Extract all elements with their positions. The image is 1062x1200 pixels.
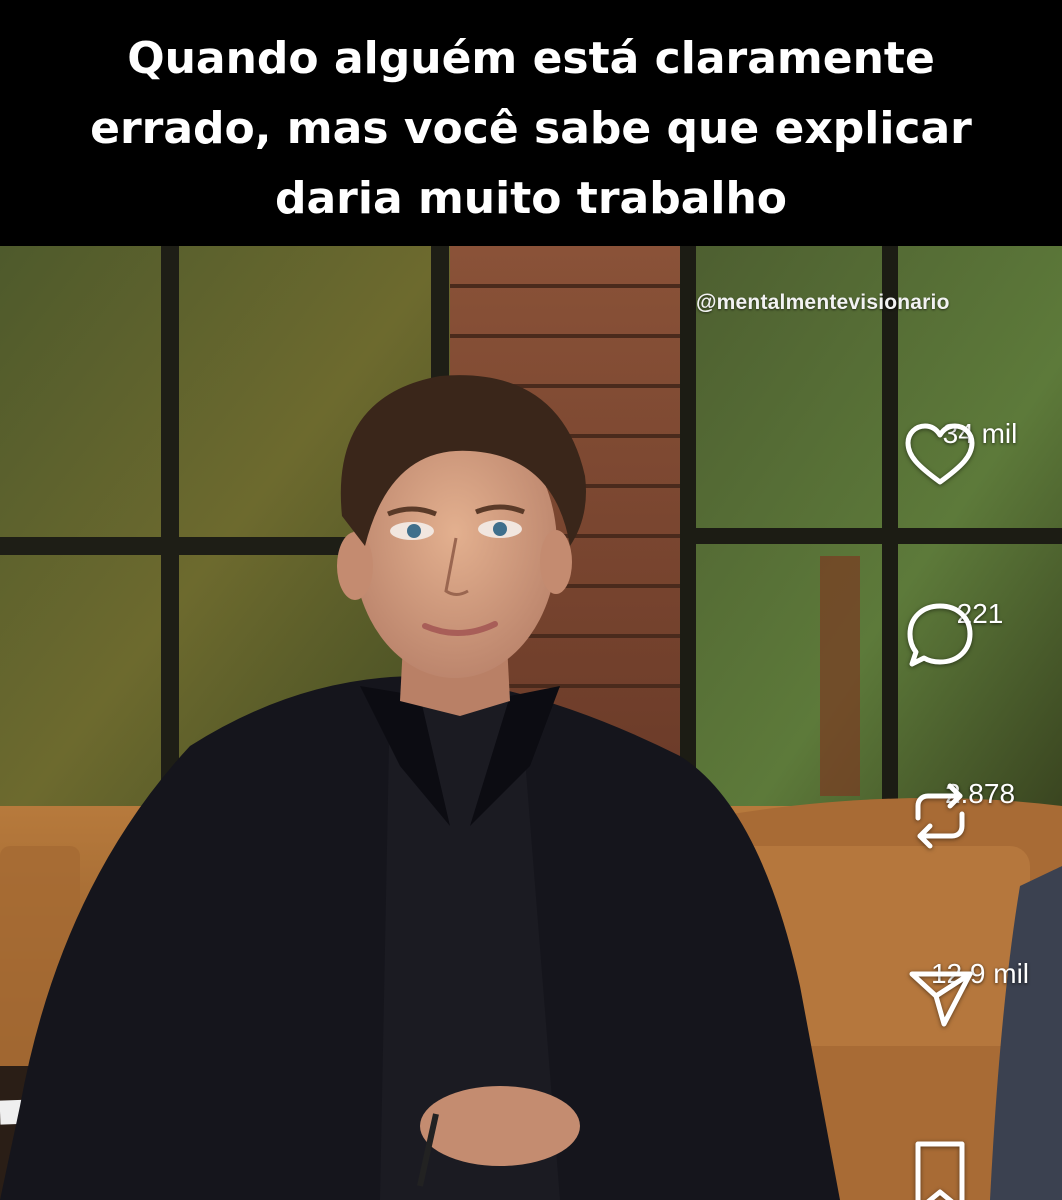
- creator-watermark: @mentalmentevisionario: [696, 291, 950, 314]
- comment-bubble-icon[interactable]: [900, 596, 980, 676]
- share-action[interactable]: 12,9 mil: [900, 956, 1060, 1066]
- save-action[interactable]: [900, 1136, 1060, 1200]
- caption-bar: Quando alguém está claramente errado, ma…: [0, 0, 1062, 246]
- video-player[interactable]: @mentalmentevisionario 34 mil 221 2.878: [0, 246, 1062, 1200]
- paper-plane-icon[interactable]: [900, 956, 980, 1036]
- post-caption: Quando alguém está claramente errado, ma…: [90, 33, 972, 224]
- like-action[interactable]: 34 mil: [900, 416, 1060, 526]
- comment-action[interactable]: 221: [900, 596, 1060, 706]
- bookmark-icon[interactable]: [900, 1136, 980, 1200]
- repost-arrows-icon[interactable]: [900, 776, 980, 856]
- repost-action[interactable]: 2.878: [900, 776, 1060, 886]
- heart-icon[interactable]: [900, 416, 980, 496]
